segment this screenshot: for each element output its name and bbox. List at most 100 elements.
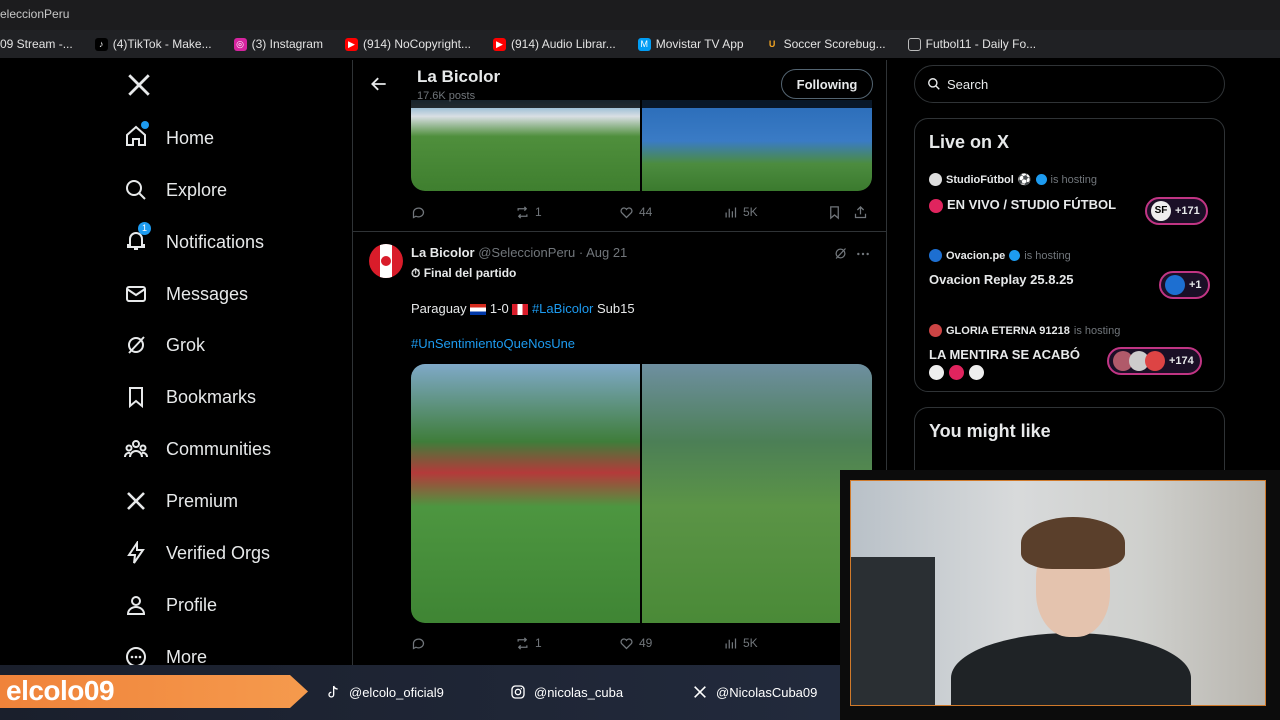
nav-notifications[interactable]: 1 Notifications bbox=[124, 221, 264, 262]
profile-header: La Bicolor 17.6K posts Following bbox=[353, 60, 886, 108]
host-name: Ovacion.pe bbox=[946, 249, 1006, 262]
post-date[interactable]: · Aug 21 bbox=[579, 245, 627, 260]
instagram-handle: @nicolas_cuba bbox=[534, 684, 624, 700]
bookmark-youtube-nocopyright[interactable]: ▶ (914) NoCopyright... bbox=[344, 37, 481, 51]
views-icon bbox=[725, 638, 737, 648]
reply-button[interactable] bbox=[411, 205, 426, 220]
listener-count: +171 bbox=[1175, 205, 1200, 217]
share-button[interactable] bbox=[853, 205, 868, 220]
post1-actions: 1 44 5K bbox=[411, 202, 868, 222]
bookmark-youtube-audio[interactable]: ▶ (914) Audio Librar... bbox=[493, 37, 626, 51]
search-input[interactable]: Search bbox=[914, 65, 1225, 103]
live-on-x-card: Live on X StudioFútbol ⚽ is hosting EN V… bbox=[914, 118, 1225, 392]
search-placeholder: Search bbox=[947, 76, 989, 92]
streamer-hair bbox=[1021, 517, 1125, 569]
live-join-pill[interactable]: SF +171 bbox=[1145, 197, 1208, 225]
post2-image-right[interactable] bbox=[642, 364, 872, 623]
bookmark-movistar[interactable]: M Movistar TV App bbox=[637, 37, 754, 51]
repost-icon bbox=[517, 636, 528, 650]
doc-icon bbox=[907, 37, 921, 51]
author-handle[interactable]: @SeleccionPeru bbox=[478, 245, 575, 260]
tab-title[interactable]: eleccionPeru bbox=[0, 7, 69, 21]
stopwatch-icon: ⏱ bbox=[411, 266, 424, 280]
avatar: SF bbox=[1151, 201, 1171, 221]
red-circle-icon bbox=[949, 365, 964, 380]
post1-image-left[interactable] bbox=[411, 100, 640, 191]
hashtag-link[interactable]: #LaBicolor bbox=[532, 301, 593, 316]
nav-profile[interactable]: Profile bbox=[124, 585, 217, 625]
nav-label: Profile bbox=[166, 594, 218, 615]
bookmark-instagram[interactable]: ◎ (3) Instagram bbox=[233, 37, 333, 51]
avatar bbox=[1165, 275, 1185, 295]
score: 1-0 bbox=[489, 301, 509, 316]
author-name[interactable]: La Bicolor bbox=[411, 245, 475, 260]
post2-image-left[interactable] bbox=[411, 364, 640, 623]
nav-home[interactable]: Home bbox=[124, 118, 214, 158]
host-name: StudioFútbol bbox=[946, 173, 1014, 186]
live-title[interactable]: Ovacion Replay 25.8.25 bbox=[929, 272, 1074, 287]
streamer-shirt bbox=[951, 633, 1191, 705]
views-button[interactable]: 5K bbox=[723, 636, 758, 651]
repost-button[interactable]: 1 bbox=[515, 636, 542, 651]
nav-premium[interactable]: Premium bbox=[124, 481, 238, 521]
live-host-line[interactable]: GLORIA ETERNA 91218 is hosting bbox=[929, 324, 1120, 337]
nav-bookmarks[interactable]: Bookmarks bbox=[124, 377, 256, 417]
webcam-feed bbox=[850, 480, 1266, 706]
bookmark-label: (914) NoCopyright... bbox=[362, 37, 472, 51]
bookmark-label: 09 Stream -... bbox=[0, 37, 73, 51]
repost-button[interactable]: 1 bbox=[515, 205, 542, 220]
search-icon bbox=[126, 180, 146, 200]
following-button[interactable]: Following bbox=[781, 69, 873, 99]
bookmark-icon bbox=[830, 205, 839, 219]
views-count: 5K bbox=[743, 205, 758, 219]
views-button[interactable]: 5K bbox=[723, 205, 758, 220]
heart-icon bbox=[620, 637, 633, 649]
reply-icon bbox=[412, 638, 425, 650]
brand-name: elcolo09 bbox=[6, 675, 115, 706]
x-logo-icon[interactable] bbox=[126, 72, 152, 98]
live-title[interactable]: EN VIVO / STUDIO FÚTBOL bbox=[929, 197, 1116, 213]
reply-icon bbox=[412, 207, 425, 219]
back-arrow-icon[interactable] bbox=[369, 74, 389, 94]
live-join-pill[interactable]: +1 bbox=[1159, 271, 1210, 299]
social-instagram: @nicolas_cuba bbox=[510, 684, 623, 700]
lightning-icon bbox=[127, 541, 145, 564]
like-button[interactable]: 49 bbox=[619, 636, 652, 651]
nav-label: Grok bbox=[166, 334, 206, 355]
live-card-title: Live on X bbox=[929, 132, 1010, 152]
live-emoji-row bbox=[929, 365, 984, 380]
like-count: 49 bbox=[639, 636, 653, 650]
post2-actions: 1 49 5K bbox=[411, 633, 866, 653]
white-circle-icon bbox=[969, 365, 984, 380]
live-title[interactable]: LA MENTIRA SE ACABÓ bbox=[929, 347, 1080, 362]
live-join-pill[interactable]: +174 bbox=[1107, 347, 1202, 375]
reply-button[interactable] bbox=[411, 636, 426, 651]
mail-icon bbox=[126, 286, 146, 302]
nav-verified-orgs[interactable]: Verified Orgs bbox=[124, 533, 270, 573]
more-options-icon[interactable] bbox=[855, 246, 871, 262]
bookmark-scorebug[interactable]: U Soccer Scorebug... bbox=[766, 37, 896, 51]
nav-label: Verified Orgs bbox=[166, 542, 271, 563]
hashtag-link[interactable]: #UnSentimientoQueNosUne bbox=[411, 336, 575, 351]
bookmark-label: (4)TikTok - Make... bbox=[112, 37, 212, 51]
bookmark-tiktok[interactable]: ♪ (4)TikTok - Make... bbox=[94, 37, 222, 51]
avatar[interactable] bbox=[369, 244, 403, 278]
live-host-line[interactable]: StudioFútbol ⚽ is hosting bbox=[929, 173, 1097, 186]
views-count: 5K bbox=[743, 636, 758, 650]
nav-communities[interactable]: Communities bbox=[124, 429, 271, 469]
bookmark-futbol11[interactable]: Futbol11 - Daily Fo... bbox=[907, 37, 1046, 51]
nav-grok[interactable]: Grok bbox=[124, 325, 205, 365]
grok-icon[interactable] bbox=[833, 246, 848, 261]
like-button[interactable]: 44 bbox=[619, 205, 652, 220]
nav-messages[interactable]: Messages bbox=[124, 274, 248, 314]
post1-image-right[interactable] bbox=[642, 100, 872, 191]
avatar bbox=[929, 249, 942, 262]
live-host-line[interactable]: Ovacion.pe is hosting bbox=[929, 249, 1071, 262]
bookmark-post-button[interactable] bbox=[827, 205, 842, 220]
bookmark-label: (3) Instagram bbox=[251, 37, 323, 51]
nav-explore[interactable]: Explore bbox=[124, 170, 227, 210]
nav-label: Explore bbox=[166, 179, 228, 200]
hosting-label: is hosting bbox=[1050, 173, 1097, 186]
bookmark-stream[interactable]: 09 Stream -... bbox=[0, 37, 83, 51]
tiktok-handle: @elcolo_oficial9 bbox=[349, 684, 444, 700]
